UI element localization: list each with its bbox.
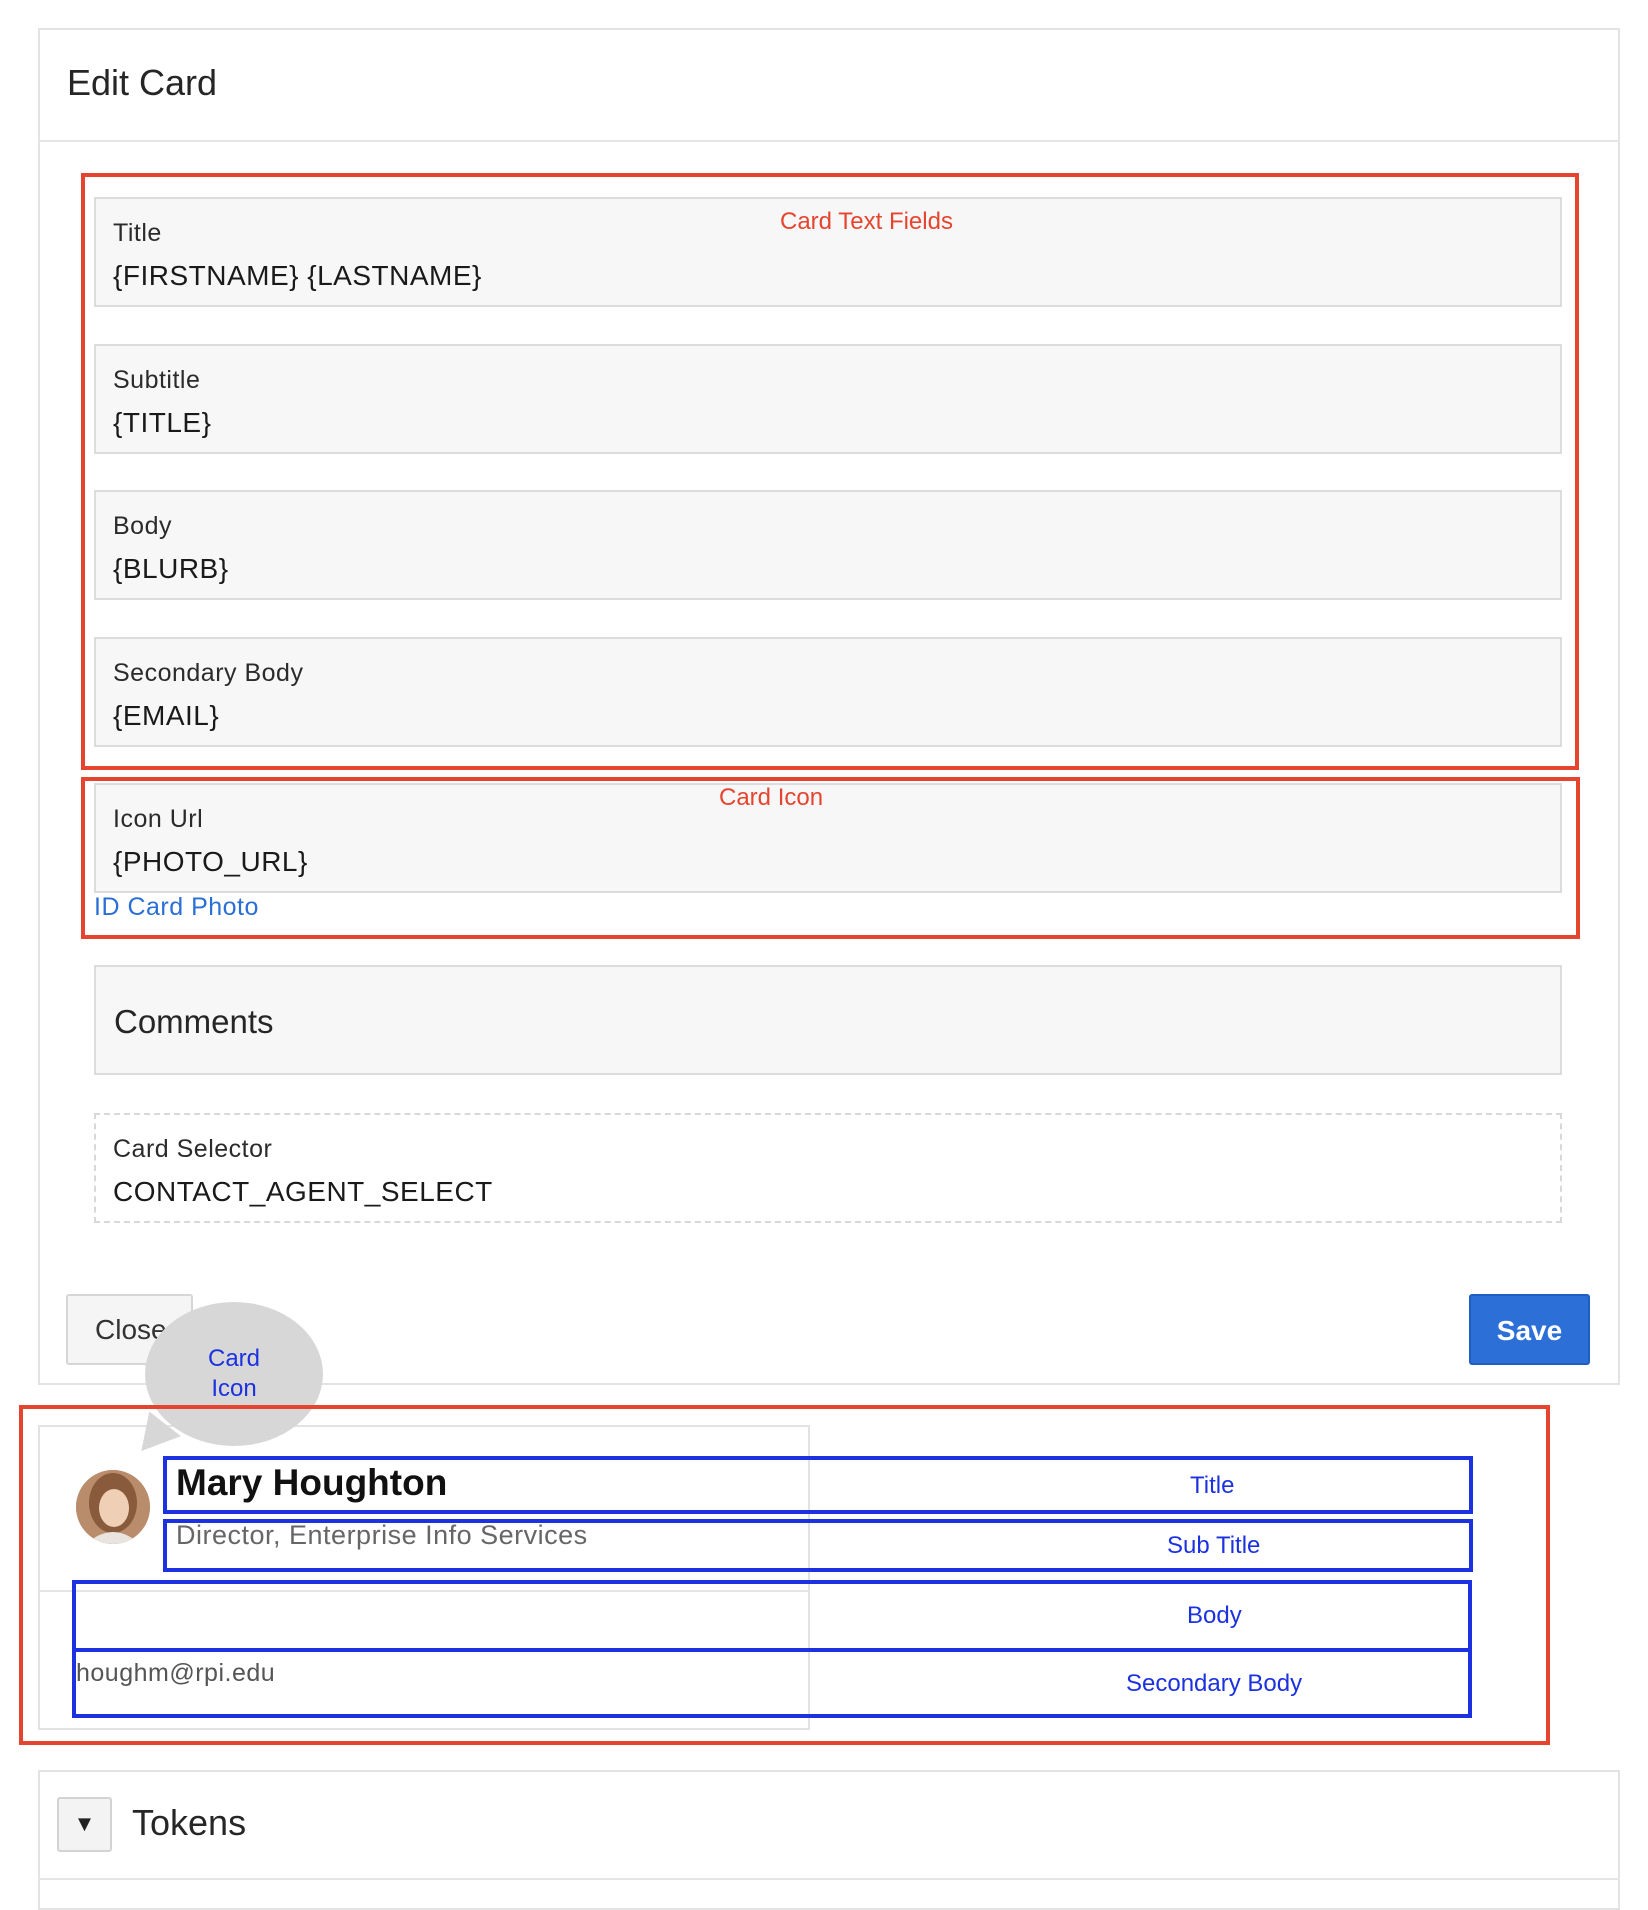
secondary-body-note: Secondary Body (1126, 1670, 1303, 1697)
body-outline (72, 1580, 1472, 1652)
edit-card-header (38, 28, 1620, 142)
sub-title-outline (163, 1519, 1473, 1572)
caret-down-icon: ▼ (73, 1811, 96, 1836)
save-button[interactable]: Save (1469, 1294, 1590, 1365)
comments-section[interactable]: Comments (94, 965, 1562, 1075)
tokens-divider (38, 1878, 1620, 1880)
callout-line-2: Icon (211, 1375, 257, 1402)
card-selector-label: Card Selector (113, 1135, 273, 1163)
tokens-toggle-button[interactable]: ▼ (57, 1797, 112, 1852)
edit-card-title: Edit Card (67, 62, 218, 103)
card-selector-value: CONTACT_AGENT_SELECT (113, 1176, 493, 1207)
body-note: Body (1187, 1602, 1242, 1629)
tokens-label: Tokens (132, 1802, 247, 1843)
card-icon-note: Card Icon (719, 784, 824, 811)
tokens-panel (38, 1770, 1620, 1910)
save-button-label: Save (1496, 1315, 1563, 1346)
card-text-fields-outline (81, 173, 1579, 770)
card-text-fields-note: Card Text Fields (780, 208, 953, 235)
title-note: Title (1190, 1472, 1235, 1499)
sub-title-note: Sub Title (1167, 1532, 1261, 1559)
title-outline (163, 1456, 1473, 1514)
card-icon-callout-text: Card Icon (145, 1344, 323, 1404)
comments-label: Comments (114, 1003, 274, 1040)
card-selector-field: Card Selector CONTACT_AGENT_SELECT (94, 1113, 1562, 1223)
card-icon-outline (81, 777, 1580, 939)
callout-line-1: Card (207, 1345, 261, 1372)
